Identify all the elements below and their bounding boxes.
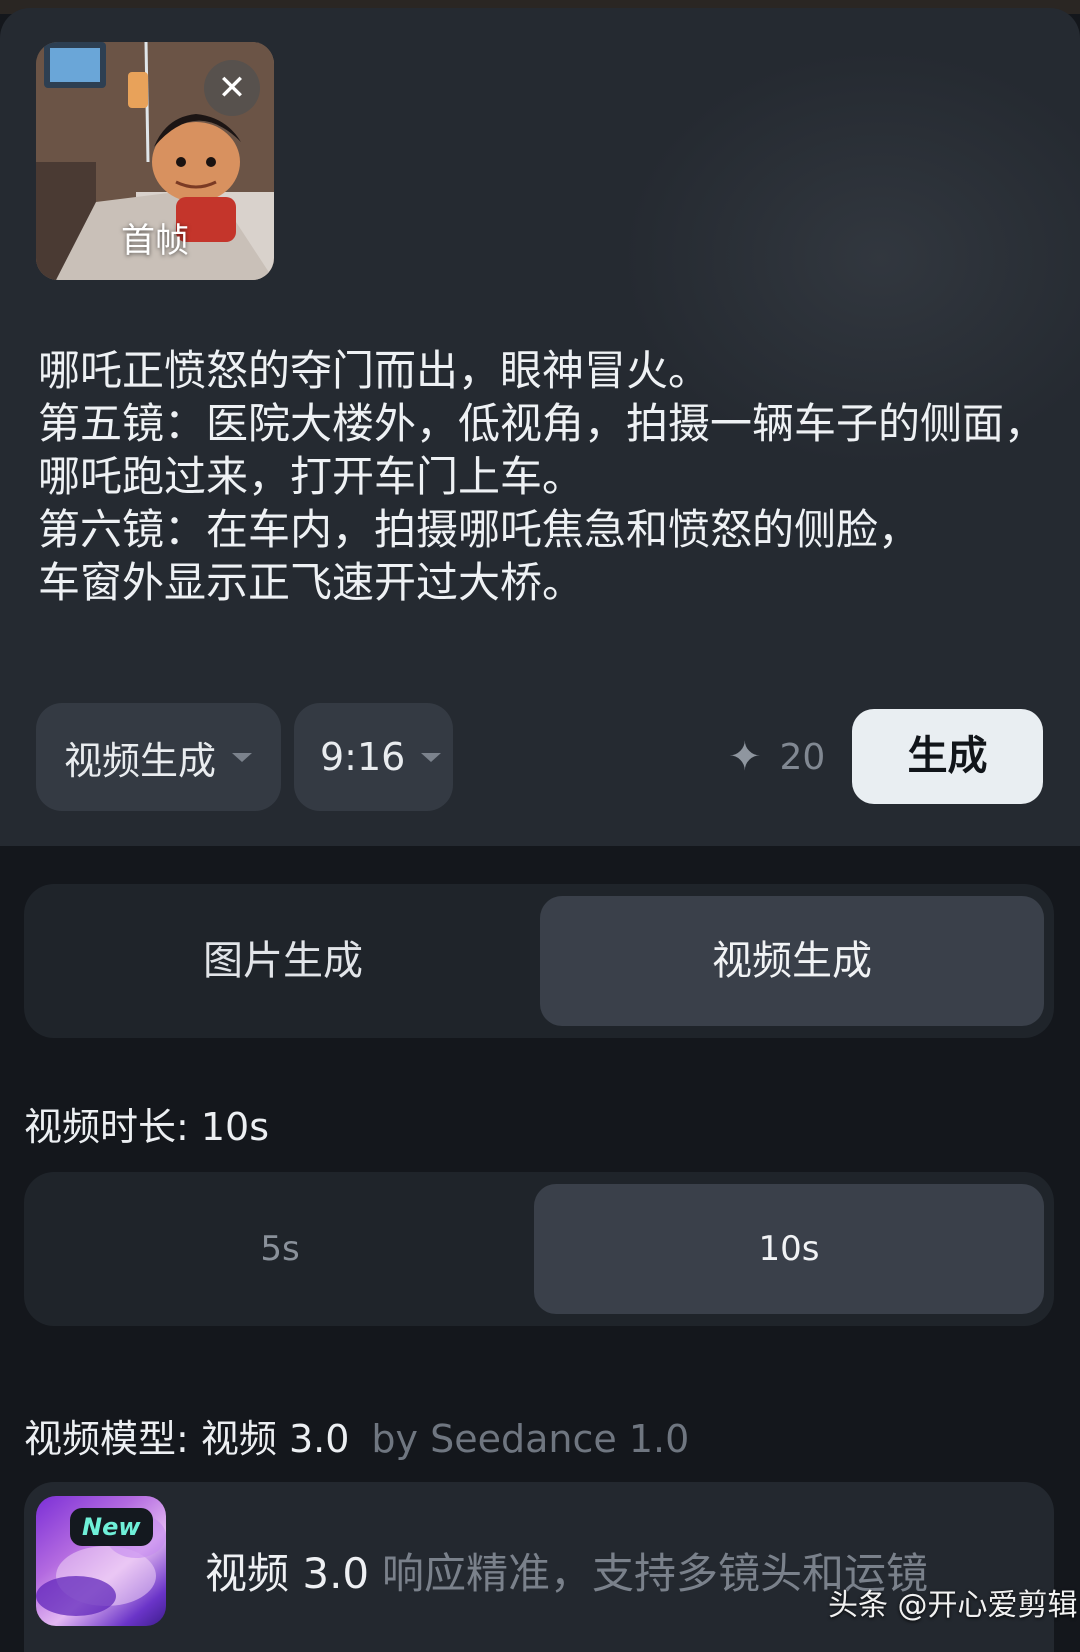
watermark: 头条 @开心爱剪辑 xyxy=(828,1588,1078,1623)
close-icon[interactable]: ✕ xyxy=(204,60,260,116)
duration-options: 5s 10s xyxy=(24,1172,1054,1326)
sparkle-icon: ✦ xyxy=(728,734,762,780)
credits-value: 20 xyxy=(779,736,826,778)
tab-video-generation[interactable]: 视频生成 xyxy=(540,896,1044,1026)
tab-image-generation[interactable]: 图片生成 xyxy=(36,896,530,1026)
duration-option-5s[interactable]: 5s xyxy=(36,1184,524,1314)
duration-option-10s[interactable]: 10s xyxy=(534,1184,1044,1314)
ratio-select-label: 9:16 xyxy=(320,735,406,779)
generate-button[interactable]: 生成 xyxy=(852,709,1043,804)
credits-indicator: ✦ 20 xyxy=(728,734,826,780)
first-frame-thumbnail[interactable]: ✕ 首帧 xyxy=(36,42,274,280)
model-provider: by Seedance 1.0 xyxy=(371,1417,690,1461)
model-label: 视频模型: 视频 3.0 by Seedance 1.0 xyxy=(24,1417,690,1461)
model-name: 视频 3.0 xyxy=(205,1549,370,1598)
mode-select[interactable]: 视频生成 xyxy=(36,703,281,811)
new-badge: New xyxy=(70,1508,153,1546)
first-frame-label: 首帧 xyxy=(121,221,189,261)
prompt-text[interactable]: 哪吒正愤怒的夺门而出，眼神冒火。 第五镜：医院大楼外，低视角，拍摄一辆车子的侧面… xyxy=(38,344,1048,609)
duration-label: 视频时长: 10s xyxy=(24,1105,270,1149)
ratio-select[interactable]: 9:16 xyxy=(294,703,453,811)
chevron-down-icon xyxy=(232,752,253,762)
mode-select-label: 视频生成 xyxy=(64,738,217,783)
mode-tabs: 图片生成 视频生成 xyxy=(24,884,1054,1038)
model-icon: New xyxy=(36,1496,166,1626)
chevron-down-icon xyxy=(421,752,442,762)
